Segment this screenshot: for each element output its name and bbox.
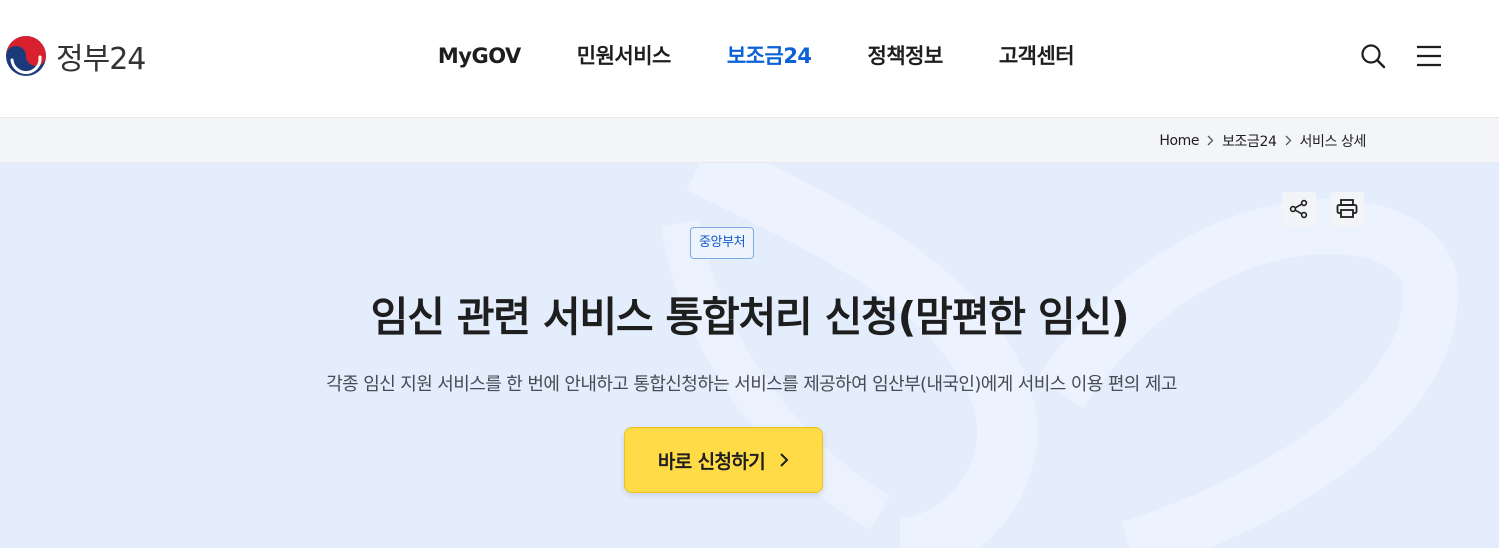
print-button[interactable] [1330,192,1364,226]
nav-item-policy-info[interactable]: 정책정보 [840,38,971,74]
main-nav: MyGOV 민원서비스 보조금24 정책정보 고객센터 [0,38,1499,74]
menu-button[interactable] [1415,38,1443,74]
hero-actions [1282,192,1364,226]
nav-item-subsidy24[interactable]: 보조금24 [699,38,840,74]
page-title: 임신 관련 서비스 통합처리 신청(맘편한 임신) [370,293,1130,341]
breadcrumb-subsidy24[interactable]: 보조금24 [1222,131,1277,151]
service-description: 각종 임신 지원 서비스를 한 번에 안내하고 통합신청하는 서비스를 제공하여… [326,374,1177,395]
nav-item-mygov[interactable]: MyGOV [410,38,549,74]
site-header: 정부24 MyGOV 민원서비스 보조금24 정책정보 고객센터 [0,0,1499,117]
share-button[interactable] [1282,192,1316,226]
apply-now-label: 바로 신청하기 [657,450,766,473]
nav-item-civil-service[interactable]: 민원서비스 [549,38,699,74]
category-badge: 중앙부처 [690,227,755,259]
menu-icon [1417,45,1441,67]
header-utilities [1359,38,1443,74]
apply-now-button[interactable]: 바로 신청하기 [624,427,823,493]
service-hero: 중앙부처 임신 관련 서비스 통합처리 신청(맘편한 임신) 각종 임신 지원 … [0,163,1499,548]
breadcrumb-bar: Home 보조금24 서비스 상세 [0,117,1499,163]
nav-item-customer-center[interactable]: 고객센터 [971,38,1102,74]
breadcrumb-current: 서비스 상세 [1299,133,1367,150]
chevron-right-icon [1285,135,1292,146]
search-button[interactable] [1359,38,1387,74]
breadcrumb-home[interactable]: Home [1159,133,1199,149]
print-icon [1336,199,1358,218]
breadcrumb: Home 보조금24 서비스 상세 [1159,118,1366,163]
share-icon [1289,199,1308,219]
chevron-right-icon [780,453,789,467]
chevron-right-icon [1207,135,1214,146]
search-icon [1361,44,1386,69]
